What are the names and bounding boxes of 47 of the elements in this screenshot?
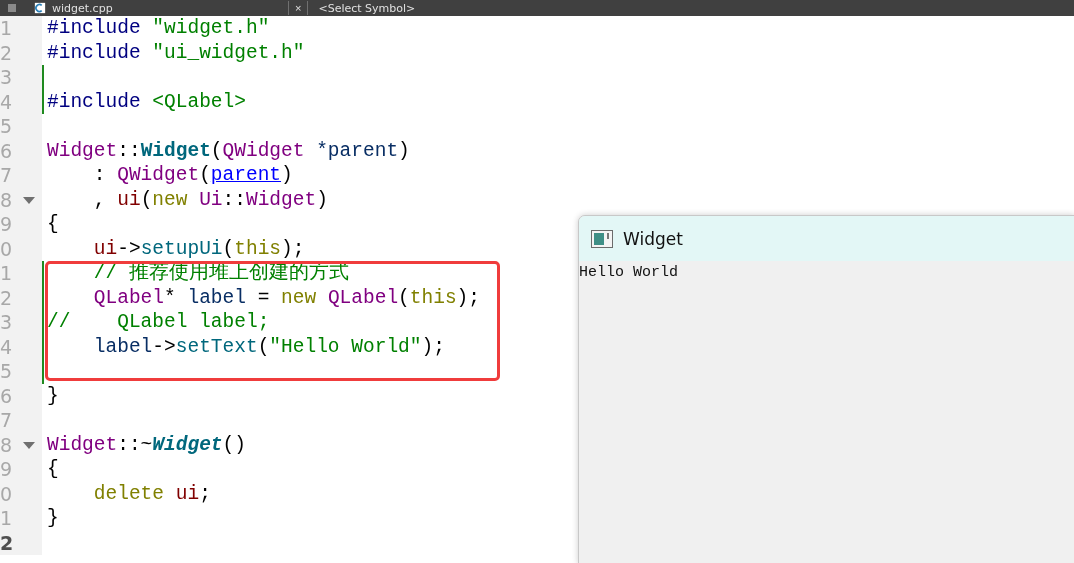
line-number: 8 [0, 432, 13, 457]
line-number: 0 [0, 481, 13, 506]
fold-arrow-icon[interactable] [23, 196, 35, 204]
code-line: } [47, 384, 59, 407]
line-number: 4 [0, 89, 13, 114]
line-number: 9 [0, 212, 13, 237]
line-number: 5 [0, 114, 13, 139]
line-number: 7 [0, 408, 13, 433]
label-text: Hello World [579, 264, 679, 281]
line-number: 5 [0, 359, 13, 384]
code-line: #include "widget.h" [47, 17, 270, 39]
line-number: 2 [0, 530, 14, 555]
line-number: 7 [0, 163, 13, 188]
code-line: : QWidget(parent) [92, 164, 293, 186]
file-icon [34, 2, 46, 14]
line-number: 6 [0, 383, 13, 408]
code-line: { [47, 458, 59, 480]
code-line: { [47, 213, 59, 235]
code-line: , ui(new Ui::Widget) [92, 188, 328, 211]
line-number: 4 [0, 334, 13, 359]
line-number: 6 [0, 138, 13, 163]
fold-arrow-icon[interactable] [23, 441, 35, 449]
window-icon [591, 229, 613, 248]
file-tab[interactable]: widget.cpp [52, 1, 282, 15]
code-line: Widget::Widget(QWidget *parent) [47, 139, 410, 162]
code-line: // QLabel label; [47, 311, 270, 333]
line-number: 8 [0, 187, 13, 212]
line-number: 2 [0, 285, 13, 310]
close-button[interactable]: × [288, 1, 309, 15]
code-line: QLabel* label = new QLabel(this); [92, 286, 480, 309]
line-number: 9 [0, 457, 13, 482]
code-line: label->setText("Hello World"); [92, 335, 445, 358]
line-number: 1 [0, 261, 13, 286]
line-number: 1 [0, 16, 13, 41]
code-line: Widget::~Widget() [47, 433, 246, 456]
line-number: 2 [0, 40, 13, 65]
line-number: 3 [0, 310, 13, 335]
code-line: ui->setupUi(this); [92, 237, 305, 260]
code-line: delete ui; [92, 482, 211, 505]
symbol-selector[interactable]: <Select Symbol> [318, 1, 416, 15]
window-title: Widget [623, 228, 683, 249]
code-line: } [47, 507, 59, 529]
line-number: 0 [0, 236, 13, 261]
line-number: 3 [0, 65, 13, 90]
code-line: #include "ui_widget.h" [47, 41, 305, 64]
code-line: #include <QLabel> [47, 90, 246, 113]
line-number: 1 [0, 506, 13, 531]
